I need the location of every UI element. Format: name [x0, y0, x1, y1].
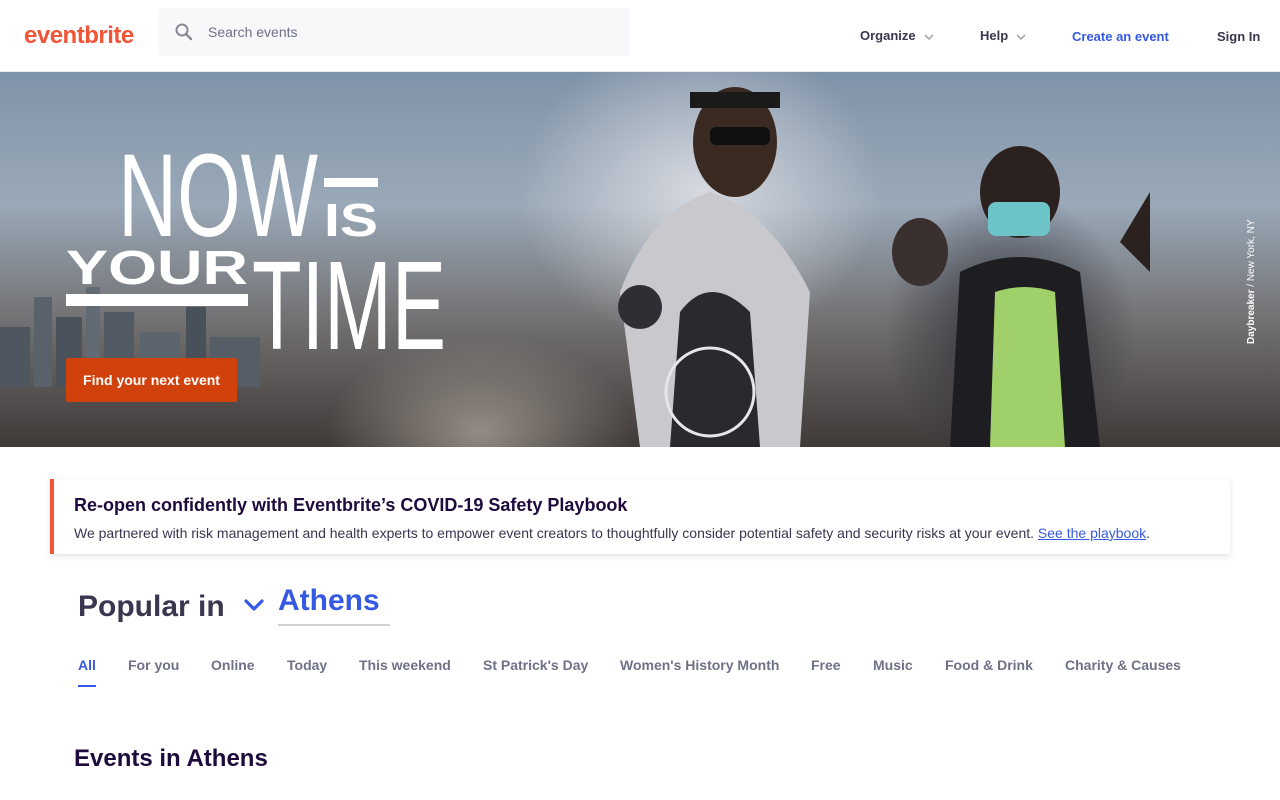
photo-credit-name: Daybreaker: [1246, 289, 1257, 344]
help-label: Help: [980, 28, 1009, 43]
dancer-photo: [618, 87, 810, 447]
tab-all[interactable]: All: [78, 657, 96, 673]
headline-underline: [66, 294, 248, 306]
popular-in-label: Popular in: [78, 590, 225, 623]
photo-credit: Daybreaker / New York, NY: [1246, 204, 1257, 344]
top-header: eventbrite Organize Help Create an event…: [0, 0, 1280, 72]
hero-headline: NOW IS YOUR TIME: [66, 134, 446, 354]
tab-food-drink[interactable]: Food & Drink: [945, 657, 1033, 673]
headline-your: YOUR: [66, 242, 248, 295]
find-next-event-button[interactable]: Find your next event: [66, 358, 237, 402]
tab-this-weekend[interactable]: This weekend: [359, 657, 451, 673]
chevron-down-icon: [1016, 33, 1026, 40]
crowd-photo: [892, 146, 1150, 447]
see-playbook-link[interactable]: See the playbook: [1038, 525, 1146, 541]
tab-free[interactable]: Free: [811, 657, 841, 673]
chevron-down-icon[interactable]: [242, 593, 266, 617]
banner-body-text: We partnered with risk management and he…: [74, 525, 1035, 541]
sign-in-link[interactable]: Sign In: [1217, 29, 1260, 44]
tab-today[interactable]: Today: [287, 657, 327, 673]
create-event-link[interactable]: Create an event: [1072, 29, 1169, 44]
banner-period: .: [1146, 525, 1151, 541]
tab-womens-history[interactable]: Women's History Month: [620, 657, 779, 673]
photo-credit-place: New York, NY: [1246, 219, 1257, 282]
search-input[interactable]: [208, 8, 608, 56]
eventbrite-logo[interactable]: eventbrite: [24, 22, 134, 50]
tab-online[interactable]: Online: [211, 657, 255, 673]
chevron-down-icon: [924, 33, 934, 40]
location-select[interactable]: Athens: [278, 584, 390, 626]
events-heading: Events in Athens: [74, 745, 268, 772]
search-box[interactable]: [158, 8, 630, 56]
covid-playbook-banner: Re-open confidently with Eventbrite’s CO…: [50, 479, 1230, 554]
active-tab-indicator: [78, 685, 96, 687]
search-icon: [175, 23, 193, 41]
tab-st-patricks-day[interactable]: St Patrick's Day: [483, 657, 588, 673]
organize-label: Organize: [860, 28, 916, 43]
headline-time: TIME: [252, 235, 446, 354]
tab-for-you[interactable]: For you: [128, 657, 179, 673]
banner-body: We partnered with risk management and he…: [74, 525, 1150, 541]
tab-charity-causes[interactable]: Charity & Causes: [1065, 657, 1181, 673]
hero-banner: NOW IS YOUR TIME Find your next event Da…: [0, 72, 1280, 447]
photo-credit-separator: /: [1246, 281, 1257, 287]
banner-title: Re-open confidently with Eventbrite’s CO…: [74, 495, 628, 515]
headline-dash: [324, 178, 378, 187]
organize-menu[interactable]: Organize: [860, 28, 934, 43]
help-menu[interactable]: Help: [980, 28, 1026, 43]
tab-music[interactable]: Music: [873, 657, 913, 673]
